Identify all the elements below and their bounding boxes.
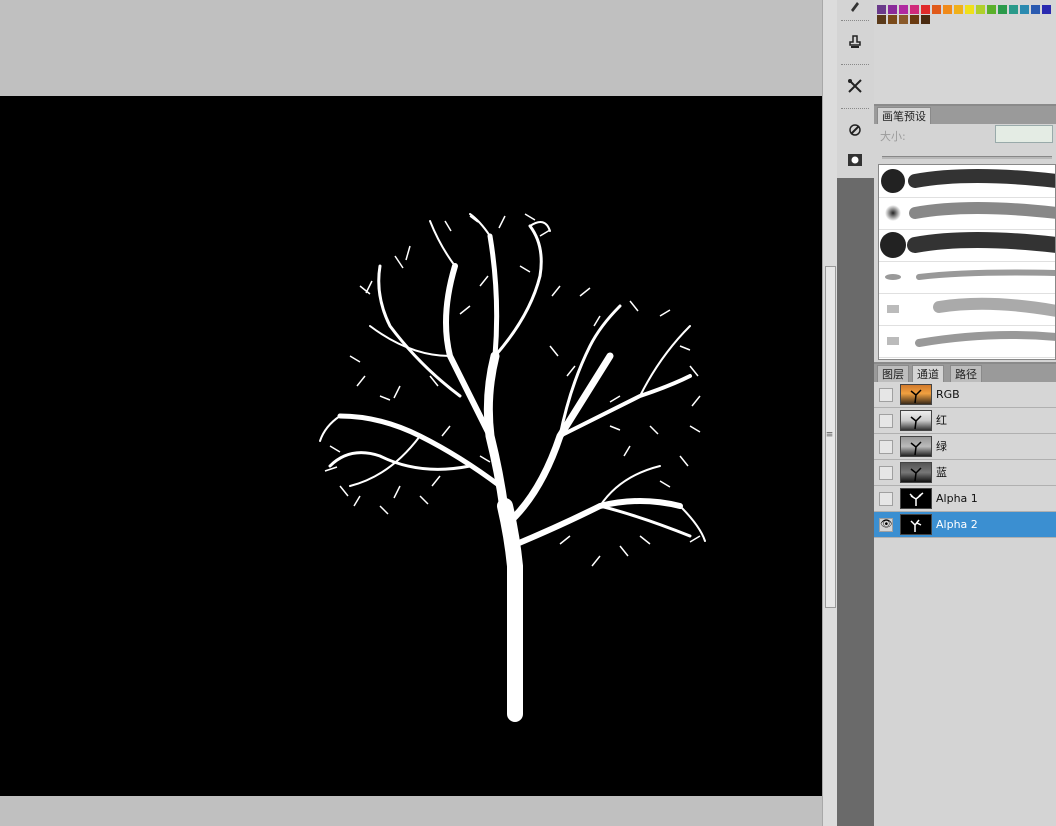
brush-preset-item[interactable] xyxy=(879,293,1055,326)
tab-brush-presets[interactable]: 画笔预设 xyxy=(877,107,931,124)
color-swatch[interactable] xyxy=(932,5,941,14)
color-swatch[interactable] xyxy=(921,15,930,24)
channel-name: 蓝 xyxy=(936,466,947,479)
mask-mode-icon[interactable] xyxy=(843,148,867,172)
tool-separator xyxy=(841,64,869,65)
channel-name: 红 xyxy=(936,414,947,427)
channel-thumbnail xyxy=(900,462,932,483)
brush-preset-item[interactable] xyxy=(879,325,1055,358)
color-swatch[interactable] xyxy=(1020,5,1029,14)
channel-row-red[interactable]: 红 xyxy=(874,408,1056,434)
channel-name: 绿 xyxy=(936,440,947,453)
tool-separator xyxy=(841,20,869,21)
brush-panel-tabbar: 画笔预设 xyxy=(874,106,1056,124)
channel-thumbnail xyxy=(900,384,932,405)
color-swatch[interactable] xyxy=(998,5,1007,14)
tab-layers[interactable]: 图层 xyxy=(877,365,909,382)
crossed-tools-icon[interactable] xyxy=(843,74,867,98)
size-label: 大小: xyxy=(880,130,906,143)
color-swatch[interactable] xyxy=(899,15,908,24)
color-swatch[interactable] xyxy=(877,5,886,14)
channel-row-green[interactable]: 绿 xyxy=(874,434,1056,460)
color-swatch[interactable] xyxy=(910,15,919,24)
stamp-icon[interactable] xyxy=(843,30,867,54)
channel-thumbnail xyxy=(900,514,932,535)
scrollbar-grip-icon: ≡ xyxy=(825,430,834,440)
visibility-toggle[interactable] xyxy=(879,440,893,454)
color-swatch[interactable] xyxy=(888,15,897,24)
color-swatch[interactable] xyxy=(954,5,963,14)
tool-strip xyxy=(837,0,875,826)
brush-preset-item[interactable] xyxy=(879,197,1055,230)
channel-name: Alpha 1 xyxy=(936,492,978,505)
eye-icon[interactable]: 👁 xyxy=(879,518,893,532)
channel-row-alpha-1[interactable]: Alpha 1 xyxy=(874,486,1056,512)
color-swatch[interactable] xyxy=(1042,5,1051,14)
brush-preset-item[interactable] xyxy=(879,261,1055,294)
visibility-toggle[interactable] xyxy=(879,388,893,402)
image-canvas[interactable] xyxy=(0,96,822,796)
brush-preset-list[interactable] xyxy=(878,164,1056,360)
channel-name: RGB xyxy=(936,388,960,401)
vertical-scrollbar[interactable]: ≡ xyxy=(822,0,837,826)
size-input[interactable] xyxy=(995,125,1053,143)
channels-panel: 图层 通道 路径 RGB 红 绿 蓝 Alpha 1 👁 Alpha 2 xyxy=(874,364,1056,826)
brush-icon[interactable] xyxy=(843,0,867,18)
color-swatch[interactable] xyxy=(1009,5,1018,14)
channel-row-alpha-2[interactable]: 👁 Alpha 2 xyxy=(874,512,1056,538)
brush-preset-item[interactable] xyxy=(879,229,1055,262)
tab-paths[interactable]: 路径 xyxy=(950,365,982,382)
color-swatch[interactable] xyxy=(943,5,952,14)
channel-name: Alpha 2 xyxy=(936,518,978,531)
visibility-toggle[interactable] xyxy=(879,466,893,480)
right-panels: 画笔预设 大小: 图层 通道 路径 RGB 红 绿 蓝 Alpha 1 👁 Al… xyxy=(874,0,1056,826)
tab-channels[interactable]: 通道 xyxy=(912,365,944,382)
tree-silhouette-image xyxy=(319,213,706,722)
channel-row-rgb[interactable]: RGB xyxy=(874,382,1056,408)
channel-thumbnail xyxy=(900,488,932,509)
color-swatch[interactable] xyxy=(888,5,897,14)
visibility-toggle[interactable] xyxy=(879,414,893,428)
size-slider[interactable] xyxy=(882,156,1052,159)
channel-thumbnail xyxy=(900,436,932,457)
channels-panel-tabbar: 图层 通道 路径 xyxy=(874,364,1056,382)
color-swatch[interactable] xyxy=(899,5,908,14)
tool-separator xyxy=(841,108,869,109)
dodge-icon[interactable] xyxy=(843,118,867,142)
brush-presets-panel: 画笔预设 大小: xyxy=(874,106,1056,364)
channel-row-blue[interactable]: 蓝 xyxy=(874,460,1056,486)
color-swatch[interactable] xyxy=(921,5,930,14)
visibility-toggle[interactable] xyxy=(879,492,893,506)
swatches-panel xyxy=(874,0,1056,106)
color-swatch[interactable] xyxy=(987,5,996,14)
brush-preset-item[interactable] xyxy=(879,165,1055,198)
channel-list: RGB 红 绿 蓝 Alpha 1 👁 Alpha 2 xyxy=(874,382,1056,538)
color-swatch[interactable] xyxy=(877,15,886,24)
channel-thumbnail xyxy=(900,410,932,431)
tool-strip-panel xyxy=(837,0,875,178)
color-swatch[interactable] xyxy=(965,5,974,14)
color-swatch[interactable] xyxy=(976,5,985,14)
color-swatch[interactable] xyxy=(910,5,919,14)
color-swatch[interactable] xyxy=(1031,5,1040,14)
document-workspace xyxy=(0,0,822,826)
